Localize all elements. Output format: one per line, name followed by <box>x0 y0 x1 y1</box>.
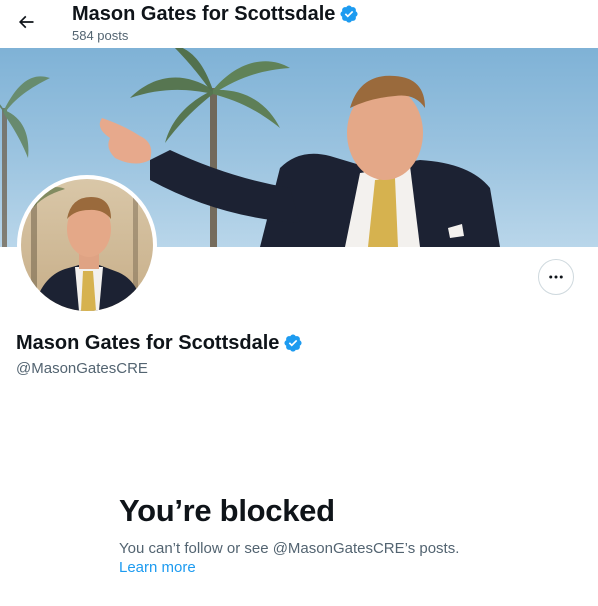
profile-name: Mason Gates for Scottsdale <box>16 331 303 355</box>
profile-handle: @MasonGatesCRE <box>16 360 148 377</box>
more-options-button[interactable] <box>538 259 574 295</box>
arrow-left-icon <box>18 15 34 29</box>
blocked-message: You can’t follow or see @MasonGatesCRE’s… <box>119 540 460 557</box>
header-title: Mason Gates for Scottsdale <box>72 2 359 26</box>
blocked-title: You’re blocked <box>119 493 335 528</box>
profile-avatar[interactable] <box>17 175 157 315</box>
back-button[interactable] <box>8 4 44 40</box>
header-title-text: Mason Gates for Scottsdale <box>72 3 336 25</box>
more-options-icon <box>549 275 563 279</box>
learn-more-link[interactable]: Learn more <box>119 558 196 578</box>
post-count: 584 posts <box>72 28 129 43</box>
verified-badge-icon[interactable] <box>283 333 303 353</box>
profile-name-text: Mason Gates for Scottsdale <box>16 332 280 354</box>
avatar-image <box>21 179 153 311</box>
profile-header: Mason Gates for Scottsdale 584 posts <box>0 0 598 48</box>
verified-badge-icon <box>340 5 358 23</box>
